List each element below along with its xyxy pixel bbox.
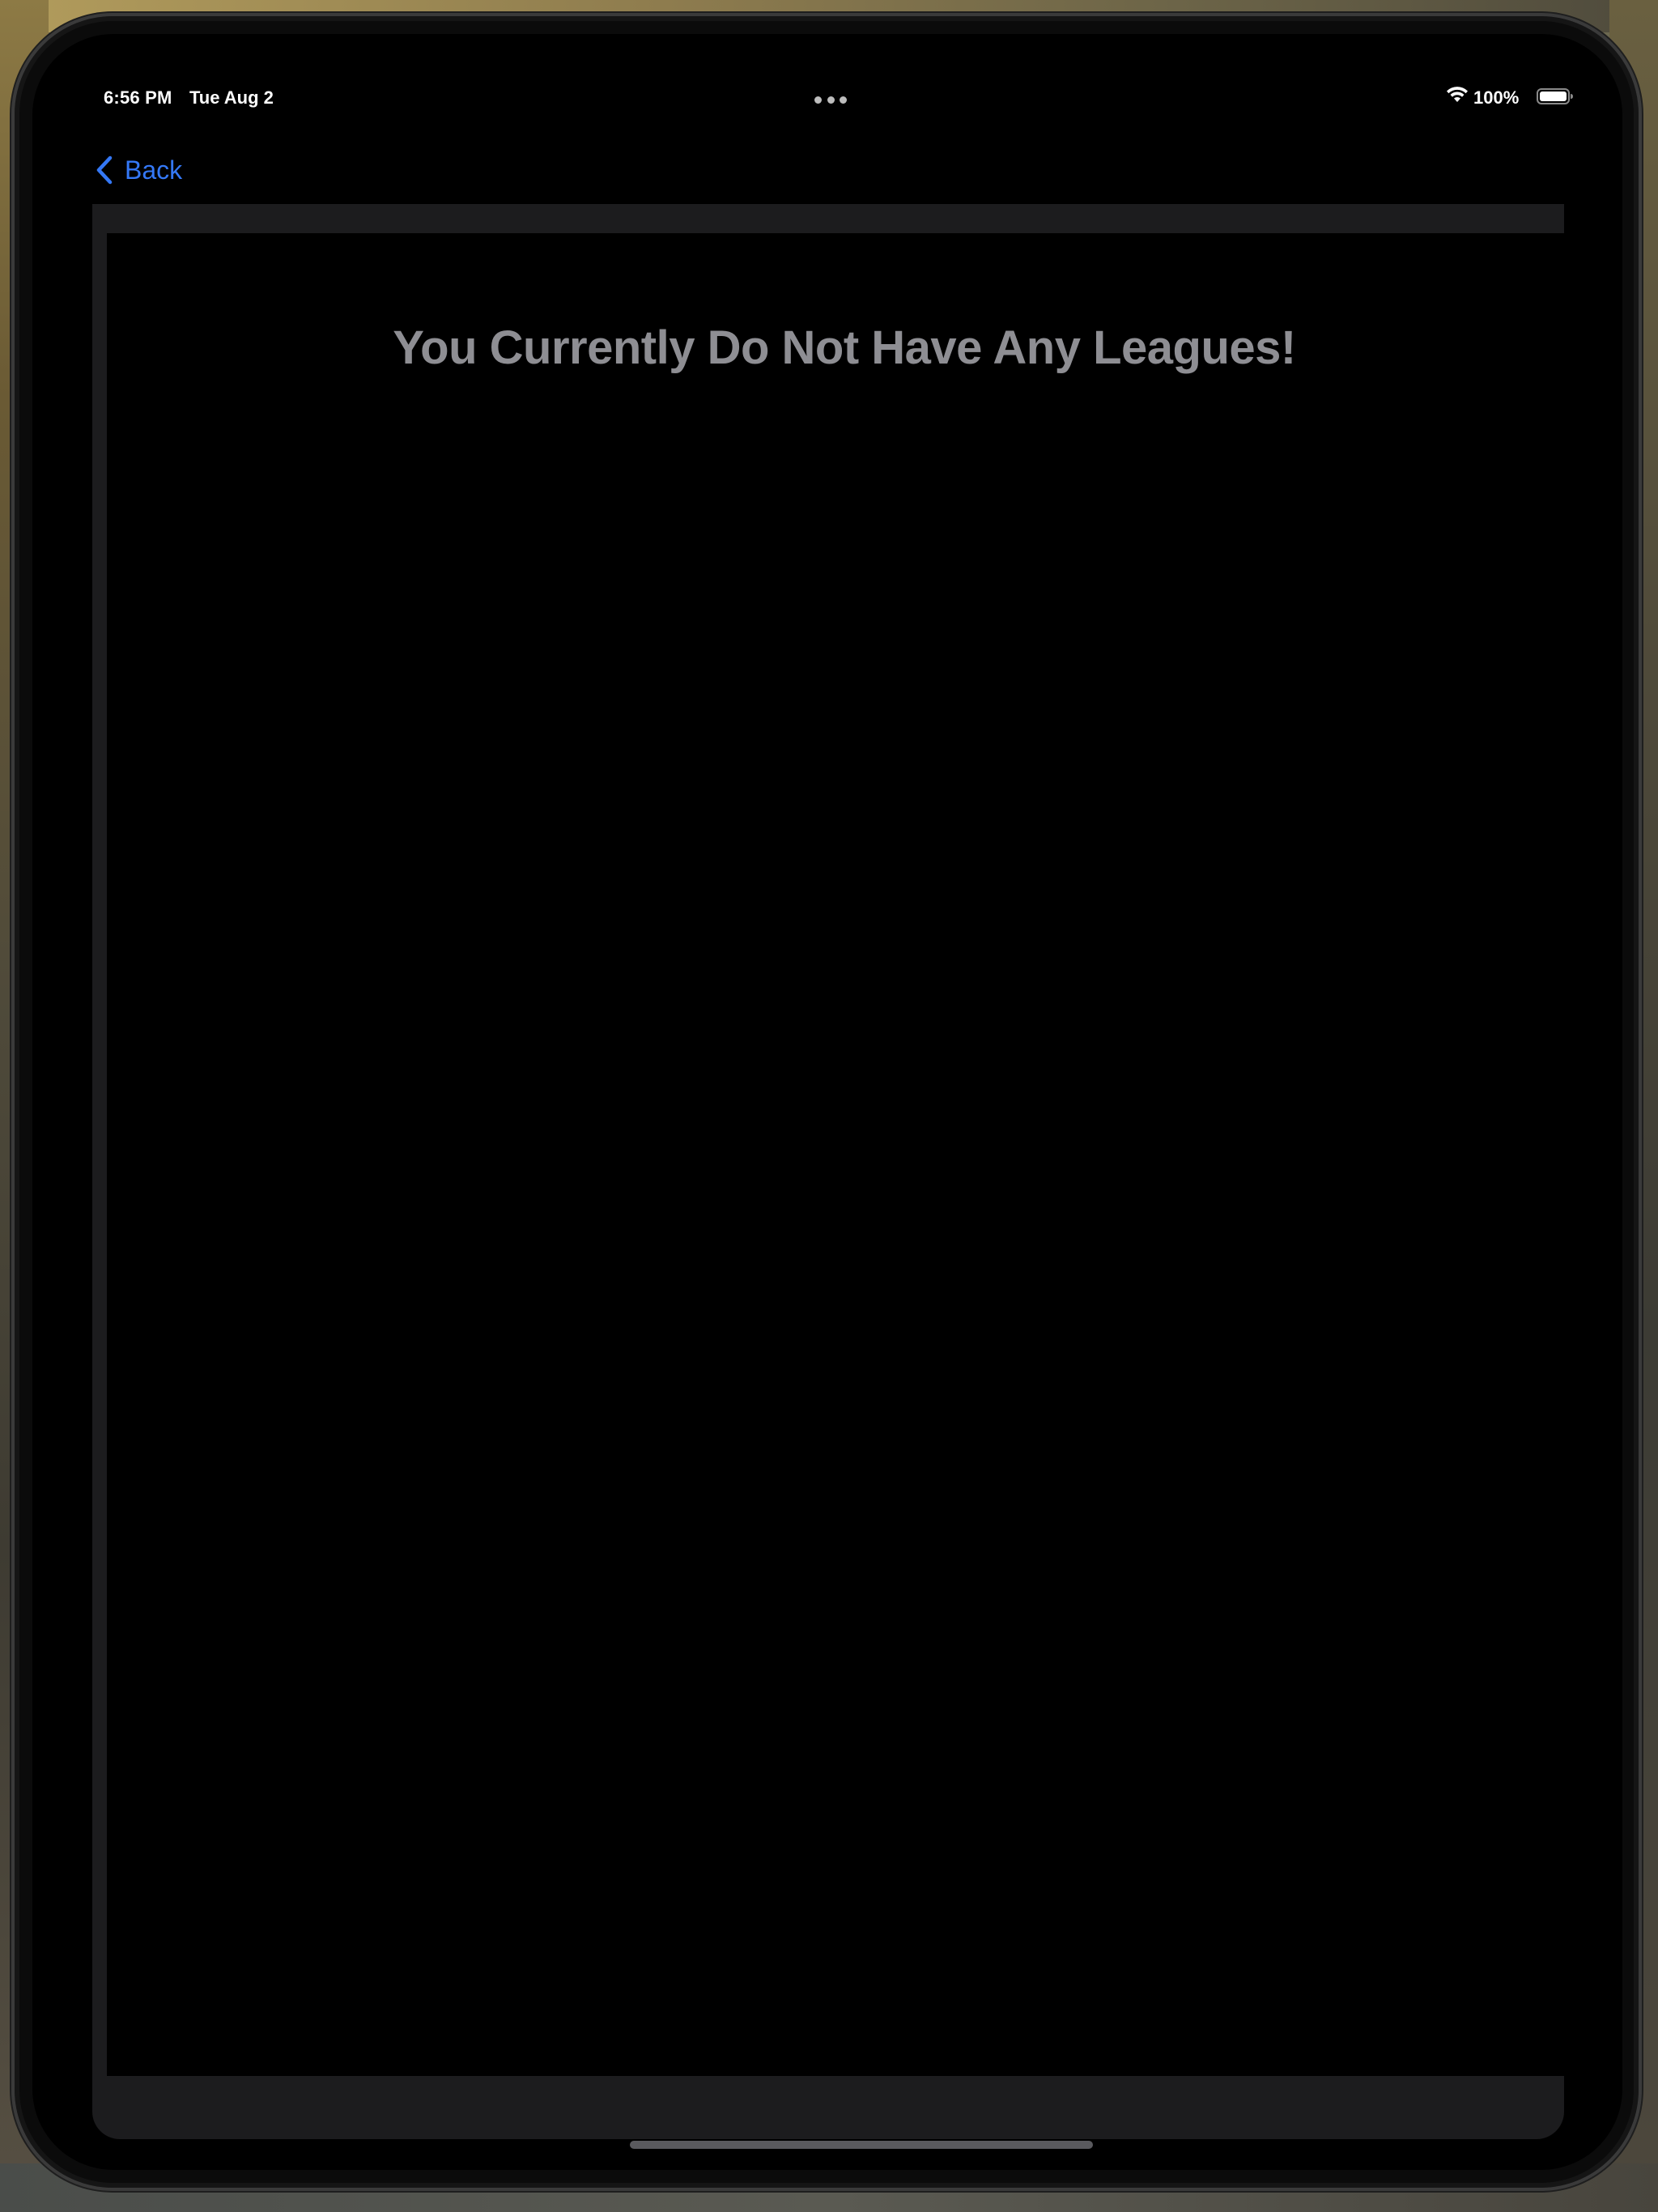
multitasking-menu-icon[interactable]	[814, 96, 847, 104]
leagues-sheet: You Currently Do Not Have Any Leagues!	[92, 204, 1582, 2139]
status-date: Tue Aug 2	[189, 87, 274, 108]
status-time: 6:56 PM	[104, 87, 172, 108]
empty-leagues-message: You Currently Do Not Have Any Leagues!	[393, 321, 1296, 374]
status-bar: 6:56 PM Tue Aug 2 100%	[32, 34, 1622, 108]
leagues-list-panel: You Currently Do Not Have Any Leagues!	[107, 233, 1582, 2076]
device-screen: 6:56 PM Tue Aug 2 100% Back You Currentl…	[32, 34, 1622, 2170]
home-indicator[interactable]	[630, 2141, 1093, 2149]
battery-icon	[1537, 88, 1573, 104]
wifi-icon	[1447, 87, 1468, 102]
battery-percentage: 100%	[1473, 87, 1520, 108]
chevron-left-icon	[96, 155, 113, 185]
ipad-device-frame: 6:56 PM Tue Aug 2 100% Back You Currentl…	[11, 13, 1642, 2191]
back-button-label: Back	[125, 155, 183, 185]
back-button[interactable]: Back	[96, 154, 182, 186]
